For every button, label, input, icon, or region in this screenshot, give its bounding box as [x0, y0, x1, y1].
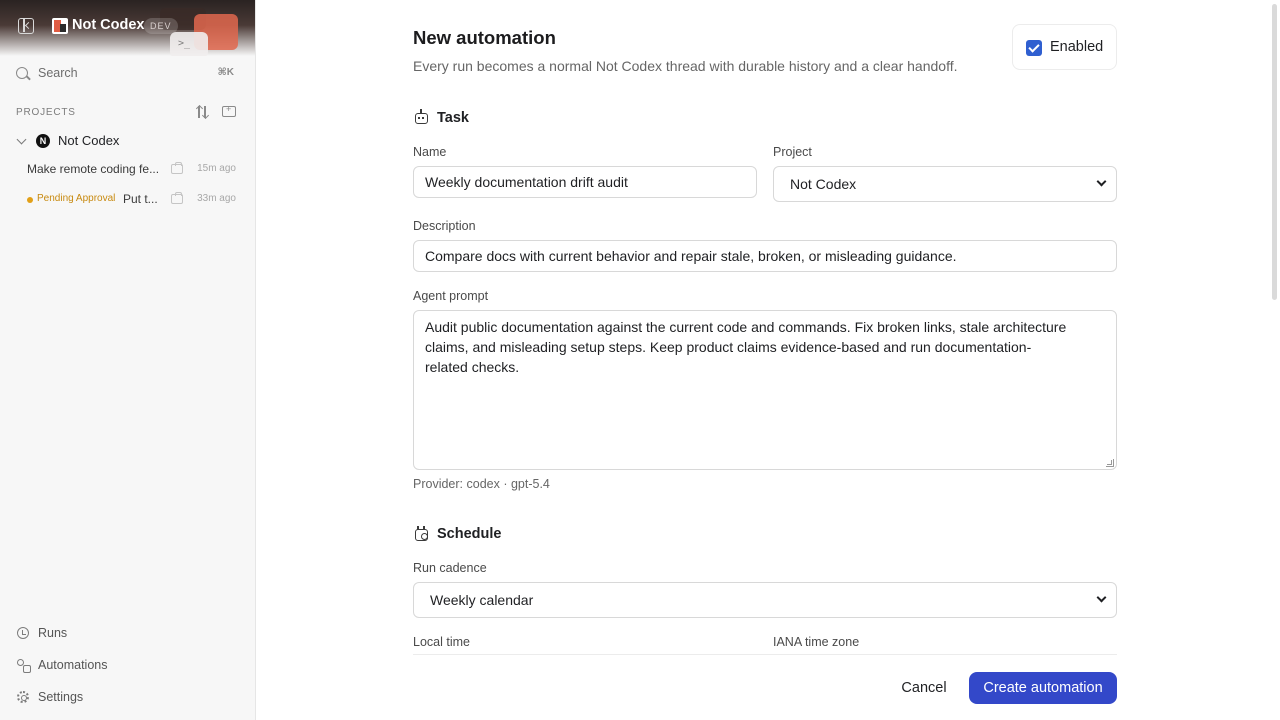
projects-heading: PROJECTS: [16, 107, 76, 118]
thread-title: Make remote coding fe...: [27, 162, 160, 176]
cadence-select[interactable]: Weekly calendar: [413, 582, 1117, 618]
thread-time: 33m ago: [197, 193, 236, 204]
enabled-label: Enabled: [1050, 39, 1104, 55]
name-input[interactable]: Weekly documentation drift audit: [413, 166, 757, 198]
search-label: Search: [38, 66, 78, 80]
calendar-clock-icon: [415, 526, 428, 541]
chevron-down-icon[interactable]: [16, 134, 27, 145]
cadence-select-value: Weekly calendar: [430, 592, 534, 608]
project-avatar: N: [36, 134, 50, 148]
project-label: Project: [773, 145, 812, 159]
provider-note: Provider: codex · gpt-5.4: [413, 477, 550, 491]
enabled-checkbox[interactable]: [1026, 40, 1042, 56]
cancel-button[interactable]: Cancel: [892, 673, 956, 703]
pending-status-label: Pending Approval: [37, 193, 116, 204]
local-time-label: Local time: [413, 635, 470, 649]
enabled-toggle[interactable]: Enabled: [1012, 24, 1117, 70]
app-logo: [52, 18, 68, 34]
description-label: Description: [413, 219, 476, 233]
worktree-icon: [171, 162, 183, 174]
project-select-value: Not Codex: [790, 176, 857, 192]
nav-automations[interactable]: Automations: [16, 658, 216, 676]
chevron-down-icon: [1096, 176, 1107, 187]
prompt-line: related checks.: [425, 359, 520, 375]
search-button[interactable]: Search ⌘K: [16, 66, 240, 82]
create-automation-button[interactable]: Create automation: [969, 672, 1117, 704]
prompt-label: Agent prompt: [413, 289, 489, 303]
app-name: Not Codex: [72, 17, 145, 33]
header-decoration: >_: [170, 32, 208, 56]
project-name: Not Codex: [58, 133, 120, 148]
section-title: Schedule: [437, 526, 502, 542]
prompt-line: claims, and misleading setup steps. Keep…: [425, 339, 1032, 355]
page-title: New automation: [413, 27, 556, 48]
worktree-icon: [171, 192, 183, 204]
pending-status-dot: [27, 197, 33, 203]
section-title: Task: [437, 110, 469, 126]
sidebar: >_ Not Codex DEV Search ⌘K PROJECTS N No…: [0, 0, 256, 720]
search-shortcut: ⌘K: [217, 67, 235, 78]
thread-item[interactable]: Pending Approval Put t... 33m ago: [26, 192, 240, 208]
header-prompt-text: >_: [178, 38, 191, 49]
gear-icon: [17, 691, 29, 703]
thread-title: Put t...: [123, 192, 158, 206]
env-badge: DEV: [144, 18, 178, 34]
history-icon: [17, 627, 29, 639]
scrollbar[interactable]: [1272, 4, 1277, 300]
cadence-label: Run cadence: [413, 561, 487, 575]
collapse-sidebar-icon[interactable]: [18, 18, 34, 34]
project-item[interactable]: N Not Codex: [16, 132, 240, 152]
automation-form: New automation Every run becomes a norma…: [256, 0, 1280, 720]
nav-label: Automations: [38, 658, 108, 672]
search-icon: [16, 67, 28, 79]
sort-icon[interactable]: [195, 104, 209, 120]
timezone-label: IANA time zone: [773, 635, 860, 649]
chevron-down-icon: [1096, 592, 1107, 603]
nav-settings[interactable]: Settings: [16, 690, 216, 708]
nav-label: Runs: [38, 626, 68, 640]
prompt-line: Audit public documentation against the c…: [425, 319, 1067, 335]
sidebar-header: >_ Not Codex DEV: [0, 0, 255, 56]
robot-icon: [415, 109, 428, 124]
automation-icon: [17, 659, 31, 673]
description-input[interactable]: Compare docs with current behavior and r…: [413, 240, 1117, 272]
agent-prompt-textarea[interactable]: Audit public documentation against the c…: [413, 310, 1117, 470]
thread-time: 15m ago: [197, 163, 236, 174]
resize-handle[interactable]: [1106, 459, 1114, 467]
project-select[interactable]: Not Codex: [773, 166, 1117, 202]
page-subtitle: Every run becomes a normal Not Codex thr…: [413, 58, 958, 74]
nav-runs[interactable]: Runs: [16, 626, 216, 644]
add-project-icon[interactable]: [222, 104, 236, 117]
nav-label: Settings: [38, 690, 84, 704]
name-label: Name: [413, 145, 447, 159]
thread-item[interactable]: Make remote coding fe... 15m ago: [26, 162, 240, 178]
